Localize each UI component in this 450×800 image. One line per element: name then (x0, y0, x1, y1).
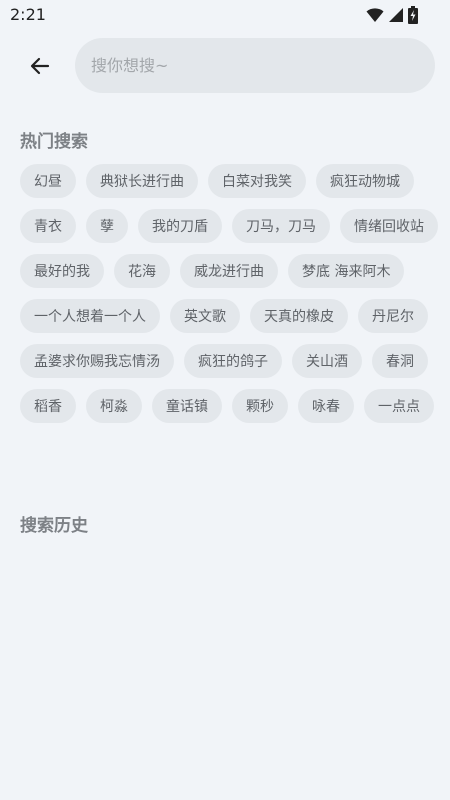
hot-search-tag[interactable]: 春洞 (372, 344, 428, 378)
status-bar: 2:21 (0, 0, 450, 30)
status-icons (366, 6, 418, 24)
hot-search-title: 热门搜索 (20, 132, 88, 152)
hot-search-tag[interactable]: 咏春 (298, 389, 354, 423)
hot-search-tag[interactable]: 孽 (86, 209, 128, 243)
wifi-icon (366, 8, 384, 22)
hot-search-tag[interactable]: 疯狂动物城 (316, 164, 414, 198)
hot-search-tags: 幻昼 典狱长进行曲 白菜对我笑 疯狂动物城青衣孽我的刀盾 刀马，刀马 情绪回收站最好的我花… (20, 164, 440, 423)
hot-search-tag[interactable]: 情绪回收站 (340, 209, 438, 243)
hot-search-tag[interactable]: 白菜对我笑 (208, 164, 306, 198)
hot-search-tag[interactable]: 刀马，刀马 (232, 209, 330, 243)
hot-search-tag[interactable]: 梦底 海来阿木 (288, 254, 405, 288)
hot-search-tag[interactable]: 关山酒 (292, 344, 362, 378)
back-button[interactable] (22, 48, 58, 84)
hot-search-tag[interactable]: 一点点 (364, 389, 434, 423)
hot-search-tag[interactable]: 稻香 (20, 389, 76, 423)
search-input[interactable] (91, 56, 411, 75)
hot-search-tag[interactable]: 颗秒 (232, 389, 288, 423)
hot-search-tag[interactable]: 最好的我 (20, 254, 104, 288)
hot-search-tag[interactable]: 幻昼 (20, 164, 76, 198)
status-time: 2:21 (10, 5, 46, 24)
hot-search-tag[interactable]: 柯淼 (86, 389, 142, 423)
hot-search-tag[interactable]: 威龙进行曲 (180, 254, 278, 288)
hot-search-tag[interactable]: 疯狂的鸽子 (184, 344, 282, 378)
hot-search-tag[interactable]: 花海 (114, 254, 170, 288)
battery-charging-icon (408, 6, 418, 24)
hot-search-tag[interactable]: 天真的橡皮 (250, 299, 348, 333)
hot-search-tag[interactable]: 我的刀盾 (138, 209, 222, 243)
hot-search-tag[interactable]: 丹尼尔 (358, 299, 428, 333)
signal-icon (389, 8, 403, 22)
arrow-left-icon (30, 57, 50, 75)
hot-search-tag[interactable]: 典狱长进行曲 (86, 164, 198, 198)
hot-search-tag[interactable]: 英文歌 (170, 299, 240, 333)
search-box[interactable] (75, 38, 435, 93)
hot-search-tag[interactable]: 青衣 (20, 209, 76, 243)
hot-search-tag[interactable]: 一个人想着一个人 (20, 299, 160, 333)
search-history-title: 搜索历史 (20, 516, 88, 536)
hot-search-tag[interactable]: 孟婆求你赐我忘情汤 (20, 344, 174, 378)
hot-search-tag[interactable]: 童话镇 (152, 389, 222, 423)
